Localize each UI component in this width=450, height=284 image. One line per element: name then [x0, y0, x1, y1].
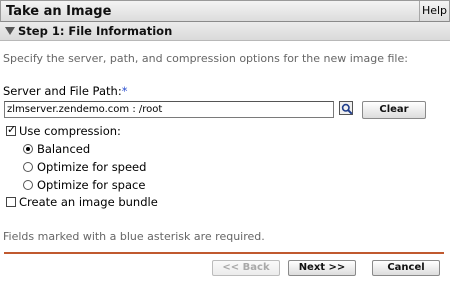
search-icon: [341, 103, 353, 115]
radio-selected-dot: [26, 147, 30, 151]
required-fields-note: Fields marked with a blue asterisk are r…: [3, 230, 265, 243]
radio-optimize-space[interactable]: [23, 180, 33, 190]
help-button[interactable]: Help: [419, 1, 449, 21]
back-button[interactable]: << Back: [212, 260, 280, 276]
footer-divider: [4, 252, 444, 254]
next-button[interactable]: Next >>: [288, 260, 356, 276]
use-compression-checkbox[interactable]: ✓: [6, 123, 17, 136]
use-compression-label: Use compression:: [19, 124, 121, 138]
collapse-triangle-icon[interactable]: [5, 27, 15, 35]
radio-balanced-label: Balanced: [37, 142, 91, 156]
required-asterisk: *: [121, 84, 128, 98]
window-titlebar: Take an Image Help: [0, 0, 450, 22]
step-title: Step 1: File Information: [18, 24, 173, 38]
radio-optimize-speed[interactable]: [23, 162, 33, 172]
radio-optimize-speed-label: Optimize for speed: [37, 160, 147, 174]
server-path-input[interactable]: [4, 101, 334, 118]
path-field-label: Server and File Path:*: [3, 84, 127, 98]
window-title: Take an Image: [6, 4, 112, 19]
radio-balanced[interactable]: [23, 144, 33, 154]
radio-optimize-space-label: Optimize for space: [37, 178, 146, 192]
path-label-text: Server and File Path:: [3, 84, 122, 98]
step-header[interactable]: Step 1: File Information: [0, 22, 450, 41]
browse-search-button[interactable]: [339, 101, 353, 115]
cancel-button[interactable]: Cancel: [372, 260, 440, 276]
create-bundle-label: Create an image bundle: [19, 195, 158, 209]
create-bundle-checkbox[interactable]: [6, 197, 16, 207]
clear-button[interactable]: Clear: [362, 101, 426, 119]
instructions-text: Specify the server, path, and compressio…: [3, 52, 408, 65]
checkmark-icon: ✓: [7, 123, 17, 136]
